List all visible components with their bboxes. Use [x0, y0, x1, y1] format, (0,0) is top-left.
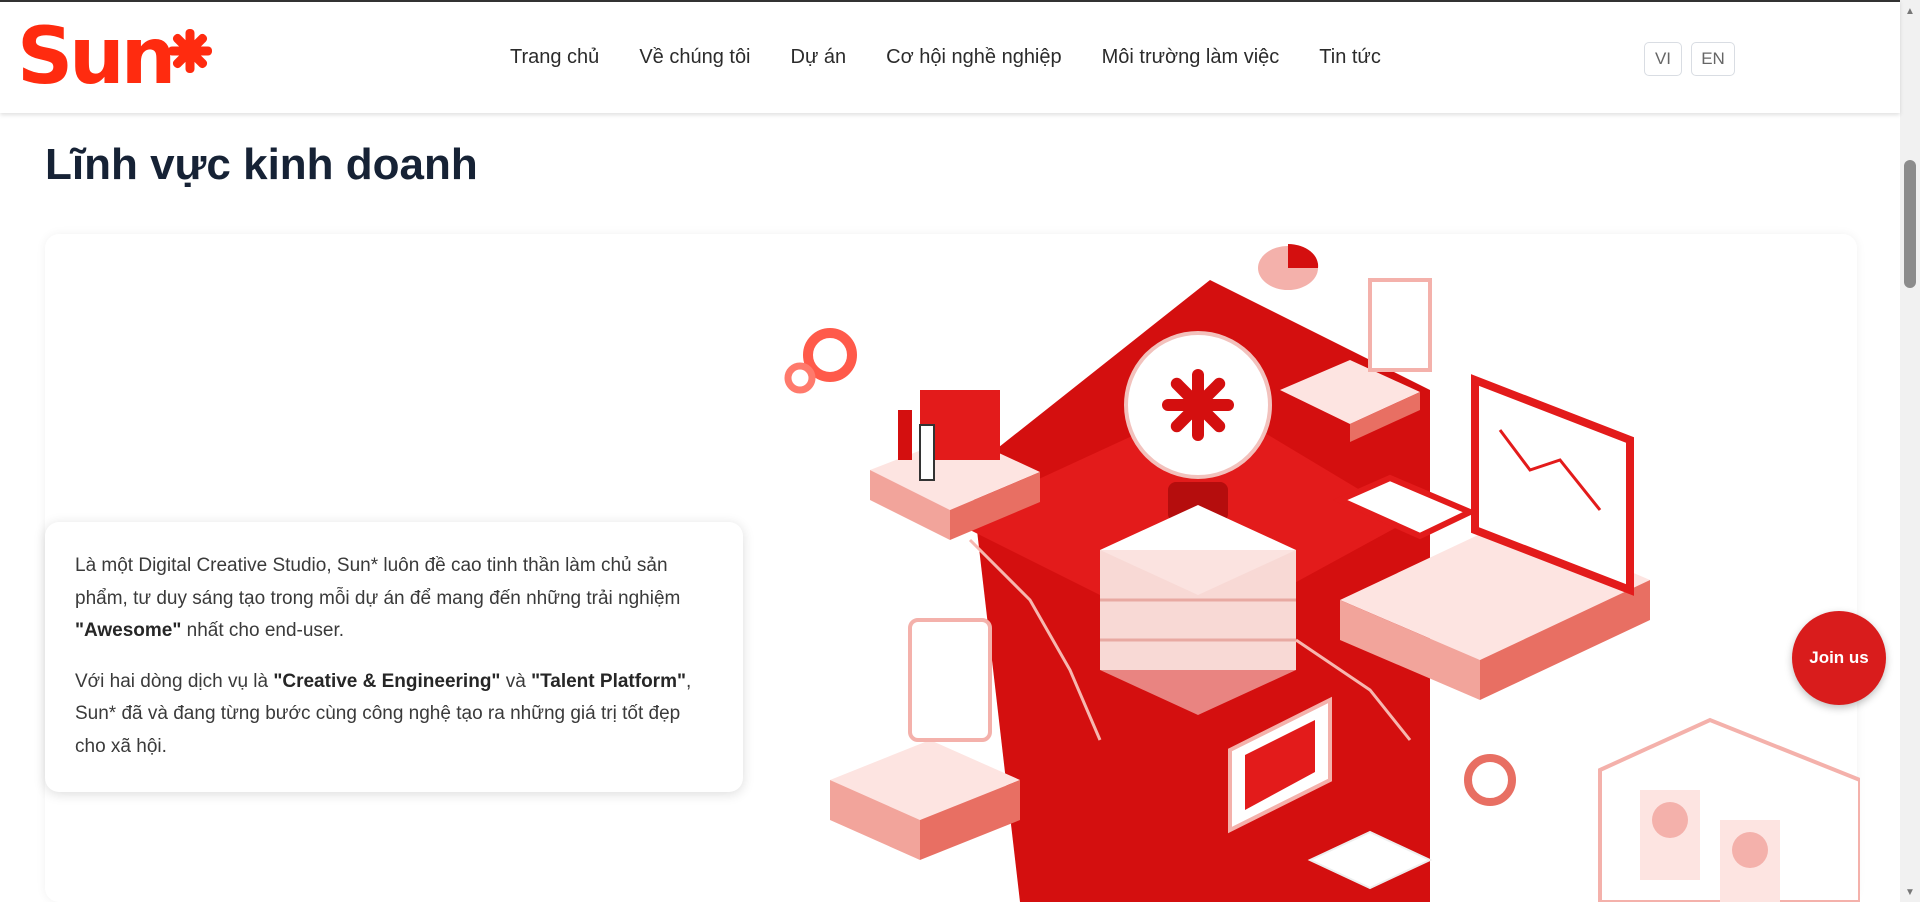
page-title: Lĩnh vực kinh doanh: [45, 140, 478, 189]
sun-star-logo-icon: [168, 29, 212, 73]
logo-text: Sun: [17, 12, 176, 102]
nav-about[interactable]: Về chúng tôi: [639, 46, 750, 69]
page-scrollbar[interactable]: ▲ ▼: [1900, 0, 1920, 902]
top-navbar: Sun Trang chủ Về chúng tôi Dự án Cơ hội …: [0, 0, 1900, 113]
lang-en-button[interactable]: EN: [1691, 42, 1735, 76]
intro-paragraph-1: Là một Digital Creative Studio, Sun* luô…: [75, 555, 681, 641]
intro-text-box: Là một Digital Creative Studio, Sun* luô…: [45, 522, 743, 792]
nav-home[interactable]: Trang chủ: [510, 46, 599, 69]
nav-workplace[interactable]: Môi trường làm việc: [1102, 46, 1280, 69]
sun-logo[interactable]: Sun: [17, 12, 212, 102]
nav-careers[interactable]: Cơ hội nghề nghiệp: [886, 46, 1061, 69]
intro-paragraph-2: Với hai dòng dịch vụ là "Creative & Engi…: [75, 670, 692, 757]
scrollbar-thumb[interactable]: [1904, 160, 1916, 288]
nav-projects[interactable]: Dự án: [791, 46, 847, 69]
isometric-illustration: [784, 243, 1860, 902]
main-nav: Trang chủ Về chúng tôi Dự án Cơ hội nghề…: [510, 46, 1421, 69]
chevron-down-icon[interactable]: ▼: [1905, 887, 1915, 898]
chevron-up-icon[interactable]: ▲: [1905, 6, 1915, 17]
lang-vi-button[interactable]: VI: [1644, 42, 1682, 76]
nav-news[interactable]: Tin tức: [1319, 46, 1381, 69]
join-us-button[interactable]: Join us: [1792, 611, 1886, 705]
